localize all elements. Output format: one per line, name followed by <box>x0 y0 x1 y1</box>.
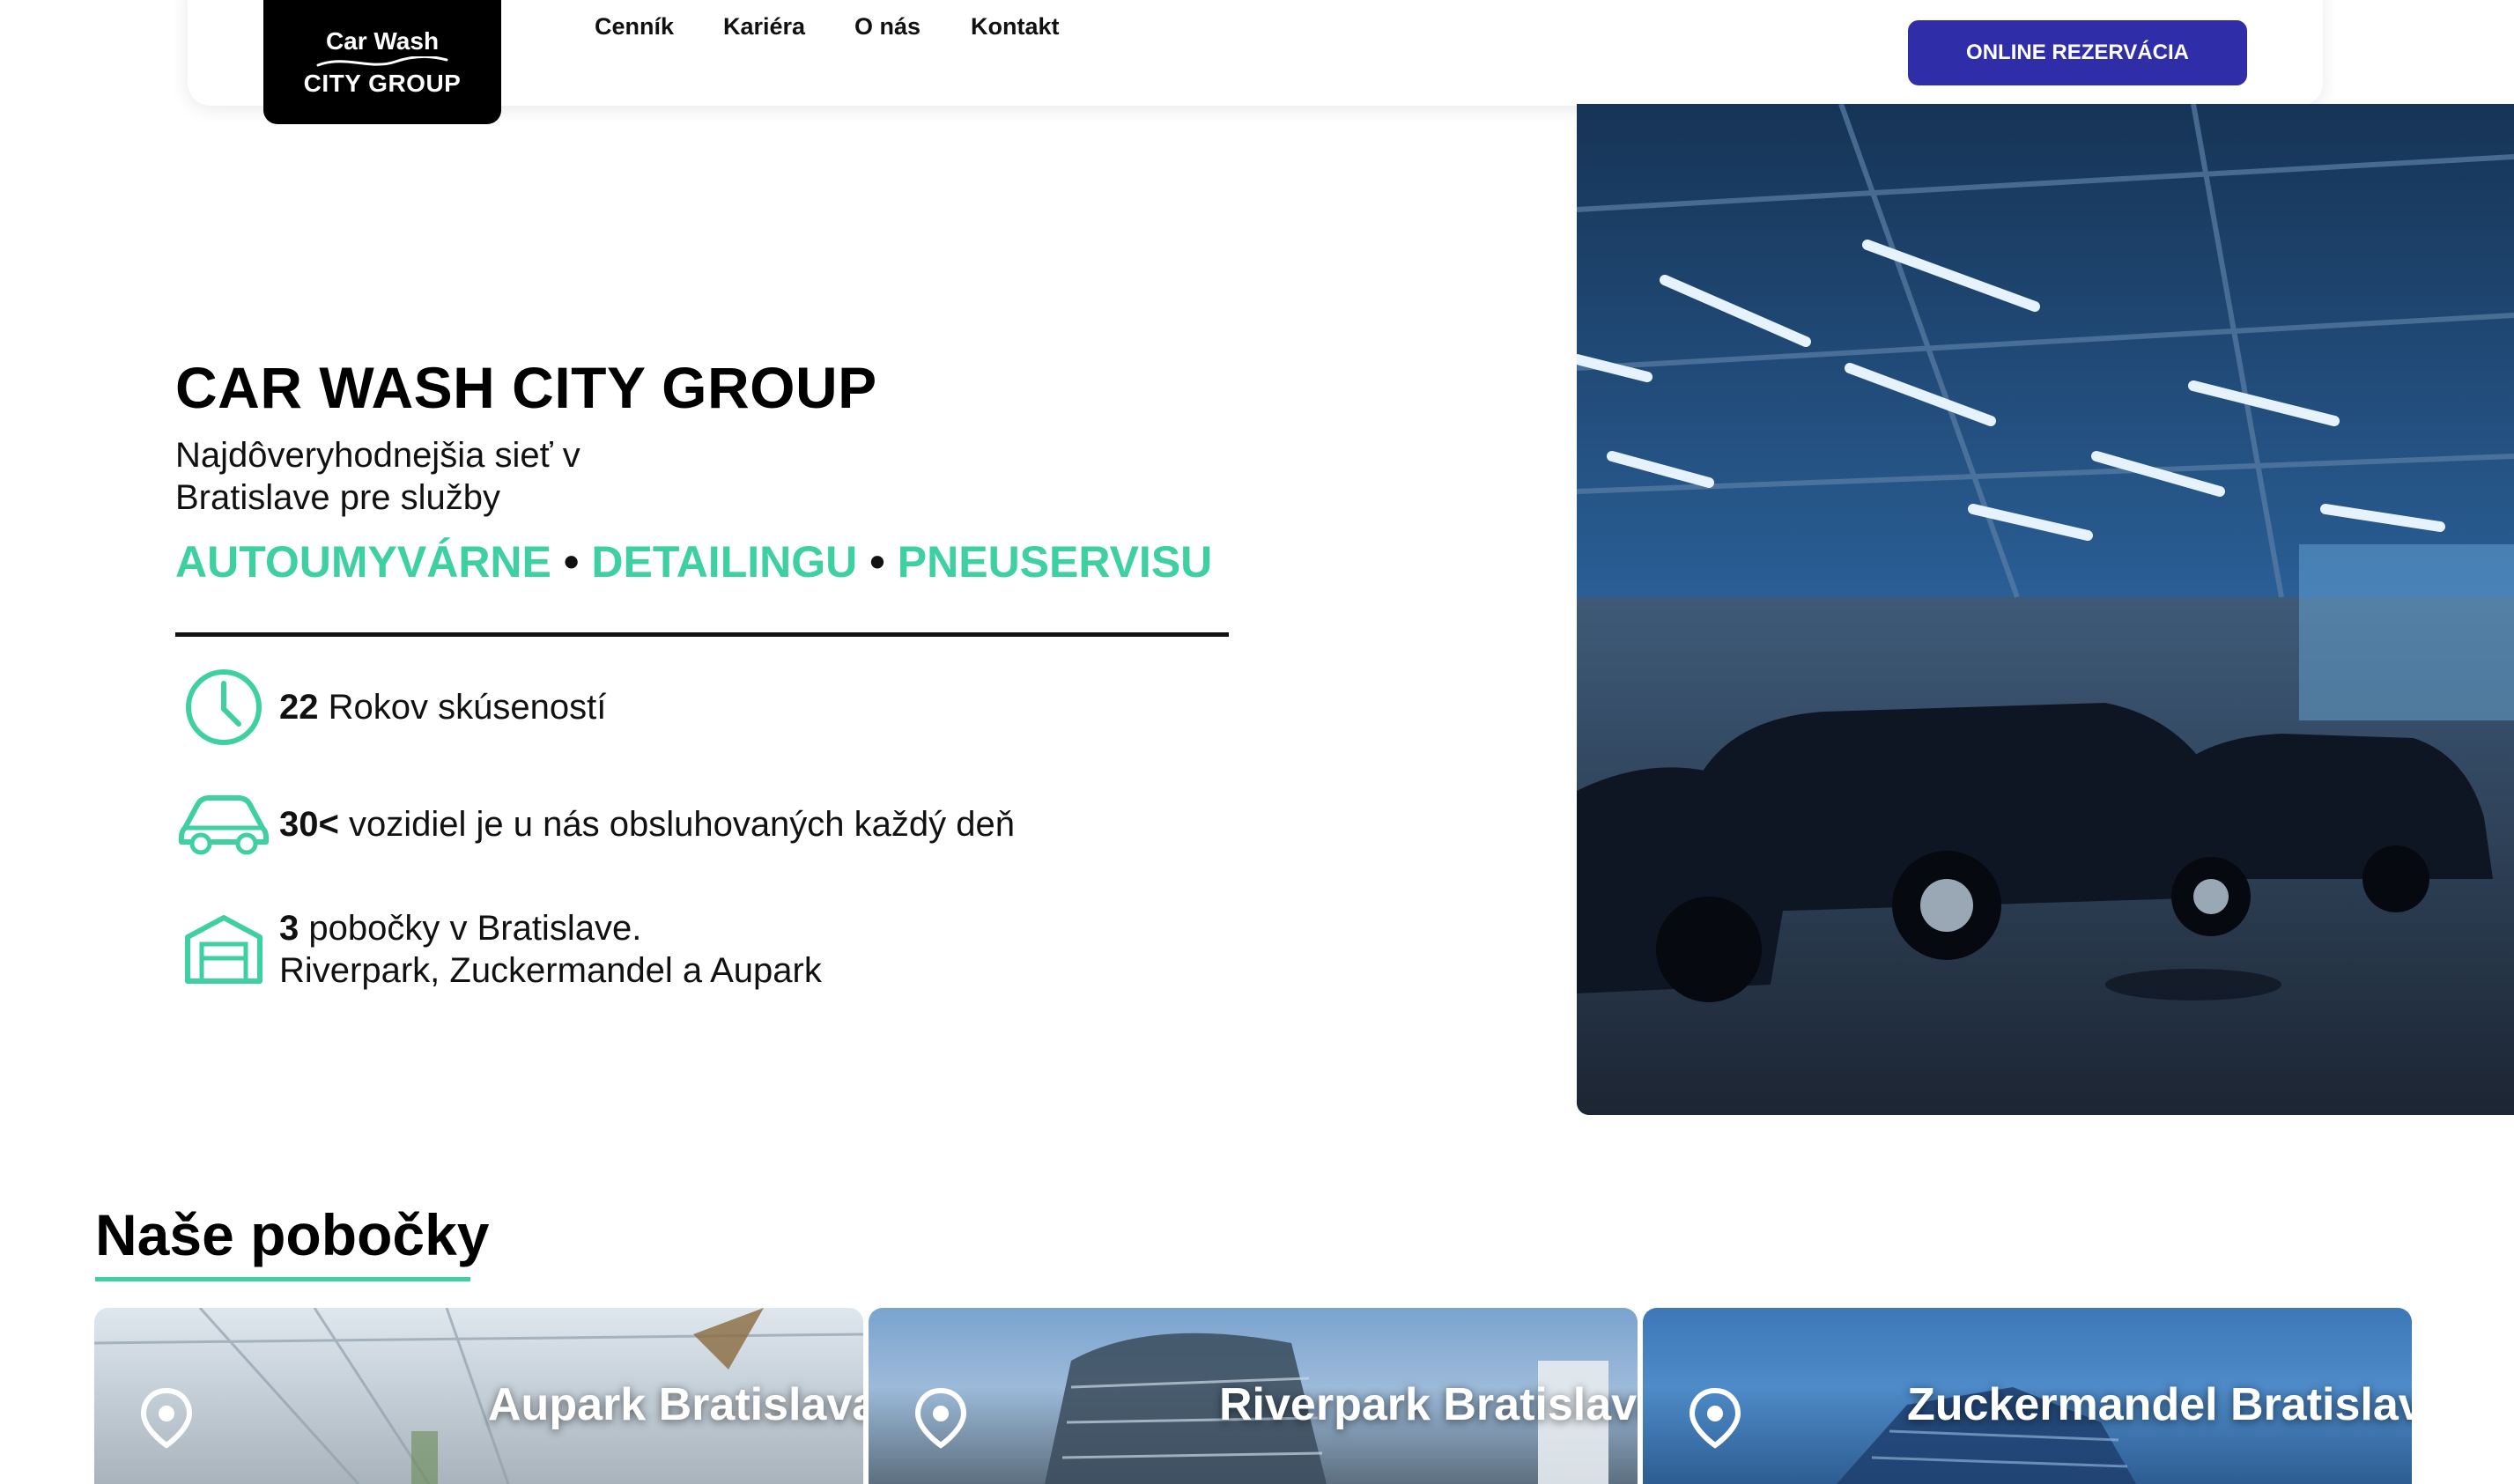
feature-vehicles: 30< vozidiel je u nás obsluhovaných každ… <box>175 793 1015 856</box>
clock-icon <box>175 668 272 747</box>
service-tire-service: PNEUSERVISU <box>897 537 1213 587</box>
branch-card-zuckermandel[interactable]: Zuckermandel Bratislava <box>1643 1308 2412 1484</box>
hero-title: CAR WASH CITY GROUP <box>175 355 877 420</box>
branch-name-zuckermandel: Zuckermandel Bratislava <box>1907 1379 2412 1430</box>
branches-title: Naše pobočky <box>95 1202 490 1267</box>
feature-experience-label: Rokov skúseností <box>318 688 607 727</box>
hero-services: AUTOUMYVÁRNE • DETAILINGU • PNEUSERVISU <box>175 531 1212 593</box>
feature-experience-text: 22 Rokov skúseností <box>279 686 606 728</box>
branch-card-riverpark[interactable]: Riverpark Bratislava <box>869 1308 1638 1484</box>
location-pin-icon <box>140 1387 193 1449</box>
feature-branches-number: 3 <box>279 909 299 948</box>
feature-branches: 3 pobočky v Bratislave. Riverpark, Zucker… <box>175 907 822 992</box>
branches-title-underline <box>95 1277 470 1281</box>
location-pin-icon <box>1689 1387 1741 1449</box>
logo-text-bottom: CITY GROUP <box>303 69 462 97</box>
feature-vehicles-label: vozidiel je u nás obsluhovaných každý de… <box>338 805 1016 844</box>
feature-branches-label: pobočky v Bratislave. <box>299 909 642 948</box>
branch-name-riverpark: Riverpark Bratislava <box>1219 1379 1638 1430</box>
feature-branches-text: 3 pobočky v Bratislave. Riverpark, Zucker… <box>279 907 822 992</box>
feature-vehicles-text: 30< vozidiel je u nás obsluhovaných každ… <box>279 803 1015 845</box>
nav-link-kariera[interactable]: Kariéra <box>723 9 805 44</box>
branch-name-aupark: Aupark Bratislava <box>488 1379 863 1430</box>
site-logo[interactable]: Car Wash CITY GROUP <box>263 0 501 124</box>
hero-photo-illustration <box>1577 104 2514 1115</box>
service-car-wash: AUTOUMYVÁRNE <box>175 537 551 587</box>
logo-text-top: Car Wash <box>325 26 440 55</box>
feature-experience-number: 22 <box>279 688 319 727</box>
hero-divider <box>175 632 1229 637</box>
car-icon <box>175 793 272 856</box>
feature-branches-locations: Riverpark, Zuckermandel a Aupark <box>279 951 822 990</box>
hero-subtitle: Najdôveryhodnejšia sieť v Bratislave pre… <box>175 436 580 517</box>
online-reservation-button[interactable]: ONLINE REZERVÁCIA <box>1908 20 2247 85</box>
nav-link-o-nas[interactable]: O nás <box>854 9 921 44</box>
location-pin-icon <box>914 1387 967 1449</box>
feature-experience: 22 Rokov skúseností <box>175 668 606 747</box>
logo-wave-icon <box>316 55 448 66</box>
feature-vehicles-number: 30< <box>279 805 339 844</box>
hero-car-wash-photo <box>1577 104 2514 1115</box>
garage-icon <box>175 912 272 986</box>
branch-card-aupark[interactable]: Aupark Bratislava <box>94 1308 863 1484</box>
service-separator: • <box>869 537 885 587</box>
nav-link-kontakt[interactable]: Kontakt <box>971 9 1060 44</box>
nav-link-cennik[interactable]: Cenník <box>595 9 674 44</box>
service-detailing: DETAILINGU <box>591 537 858 587</box>
service-separator: • <box>563 537 580 587</box>
